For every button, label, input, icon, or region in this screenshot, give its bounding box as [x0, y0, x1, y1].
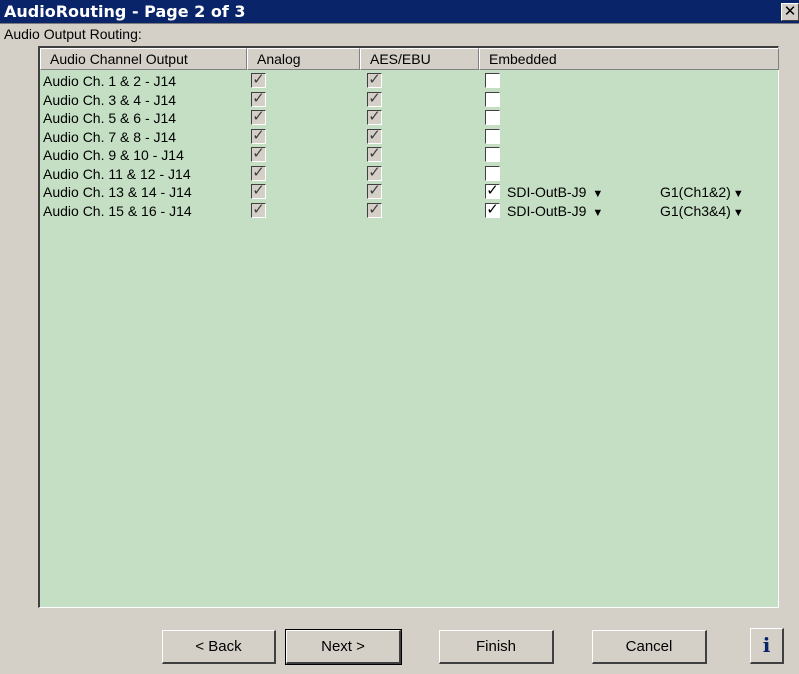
table-row: Audio Ch. 5 & 6 - J14 ✓ ✓: [40, 109, 778, 127]
sdi-output-dropdown[interactable]: SDI-OutB-J9 ▼: [507, 183, 603, 203]
channel-label: Audio Ch. 11 & 12 - J14: [43, 165, 191, 182]
table-row: Audio Ch. 15 & 16 - J14 ✓ ✓ ✓ SDI-OutB-J9 ▼ G1…: [40, 202, 778, 220]
info-button[interactable]: i: [750, 628, 784, 664]
embedded-checkbox[interactable]: [485, 128, 500, 144]
embedded-checkbox[interactable]: [485, 110, 500, 125]
aes-ebu-checkbox[interactable]: ✓: [367, 128, 382, 144]
chevron-down-icon: ▼: [732, 206, 744, 219]
channel-label: Audio Ch. 3 & 4 - J14: [43, 91, 177, 108]
embedded-checkbox[interactable]: [485, 147, 500, 162]
aes-ebu-checkbox[interactable]: ✓: [367, 110, 382, 125]
aes-ebu-checkbox[interactable]: ✓: [367, 202, 382, 218]
analog-checkbox[interactable]: ✓: [251, 147, 266, 162]
embedded-checkbox[interactable]: [485, 91, 500, 107]
analog-checkbox[interactable]: ✓: [251, 165, 266, 181]
analog-checkbox[interactable]: ✓: [251, 91, 266, 107]
finish-button[interactable]: Finish: [439, 630, 554, 664]
group-value: G1(Ch1&2): [660, 184, 731, 200]
embedded-checkbox[interactable]: ✓: [485, 202, 500, 218]
embedded-checkbox[interactable]: [485, 165, 500, 181]
close-button[interactable]: ✕: [781, 3, 799, 21]
channel-label: Audio Ch. 5 & 6 - J14: [43, 110, 177, 126]
group-dropdown[interactable]: G1(Ch3&4) ▼: [660, 202, 744, 222]
table-row: Audio Ch. 7 & 8 - J14 ✓ ✓: [40, 128, 778, 146]
window-title: AudioRouting - Page 2 of 3: [4, 2, 246, 21]
chevron-down-icon: ▼: [592, 206, 604, 219]
header-aes-ebu[interactable]: AES/EBU: [360, 48, 479, 70]
title-bar: AudioRouting - Page 2 of 3 ✕: [0, 0, 799, 24]
channel-label: Audio Ch. 1 & 2 - J14: [43, 73, 177, 89]
channel-label: Audio Ch. 15 & 16 - J14: [43, 202, 192, 219]
cancel-button[interactable]: Cancel: [592, 630, 707, 664]
section-label: Audio Output Routing:: [4, 26, 142, 42]
aes-ebu-checkbox[interactable]: ✓: [367, 165, 382, 181]
analog-checkbox[interactable]: ✓: [251, 73, 266, 88]
grid-header: Audio Channel Output Analog AES/EBU Embe…: [40, 48, 779, 70]
sdi-output-value: SDI-OutB-J9: [507, 202, 587, 219]
embedded-checkbox[interactable]: ✓: [485, 184, 500, 199]
channel-label: Audio Ch. 7 & 8 - J14: [43, 128, 177, 145]
chevron-down-icon: ▼: [592, 188, 604, 200]
channel-label: Audio Ch. 9 & 10 - J14: [43, 147, 184, 163]
aes-ebu-checkbox[interactable]: ✓: [367, 91, 382, 107]
analog-checkbox[interactable]: ✓: [251, 202, 266, 218]
analog-checkbox[interactable]: ✓: [251, 184, 266, 199]
table-row: Audio Ch. 13 & 14 - J14 ✓ ✓ ✓ SDI-OutB-J9 ▼ G1…: [40, 183, 778, 201]
aes-ebu-checkbox[interactable]: ✓: [367, 184, 382, 199]
analog-checkbox[interactable]: ✓: [251, 128, 266, 144]
table-row: Audio Ch. 3 & 4 - J14 ✓ ✓: [40, 91, 778, 109]
table-row: Audio Ch. 11 & 12 - J14 ✓ ✓: [40, 165, 778, 183]
back-button[interactable]: < Back: [162, 630, 276, 664]
aes-ebu-checkbox[interactable]: ✓: [367, 73, 382, 88]
group-dropdown[interactable]: G1(Ch1&2) ▼: [660, 183, 744, 203]
header-embedded[interactable]: Embedded: [479, 48, 779, 70]
chevron-down-icon: ▼: [732, 188, 744, 200]
header-channel-output[interactable]: Audio Channel Output: [40, 48, 247, 70]
embedded-checkbox[interactable]: [485, 73, 500, 88]
routing-grid: Audio Channel Output Analog AES/EBU Embe…: [38, 46, 779, 608]
aes-ebu-checkbox[interactable]: ✓: [367, 147, 382, 162]
group-value: G1(Ch3&4): [660, 202, 731, 219]
table-row: Audio Ch. 9 & 10 - J14 ✓ ✓: [40, 146, 778, 164]
sdi-output-dropdown[interactable]: SDI-OutB-J9 ▼: [507, 202, 603, 222]
header-analog[interactable]: Analog: [247, 48, 360, 70]
sdi-output-value: SDI-OutB-J9: [507, 184, 587, 200]
channel-label: Audio Ch. 13 & 14 - J14: [43, 184, 192, 200]
table-row: Audio Ch. 1 & 2 - J14 ✓ ✓: [40, 72, 778, 90]
analog-checkbox[interactable]: ✓: [251, 110, 266, 125]
next-button[interactable]: Next >: [285, 629, 402, 665]
